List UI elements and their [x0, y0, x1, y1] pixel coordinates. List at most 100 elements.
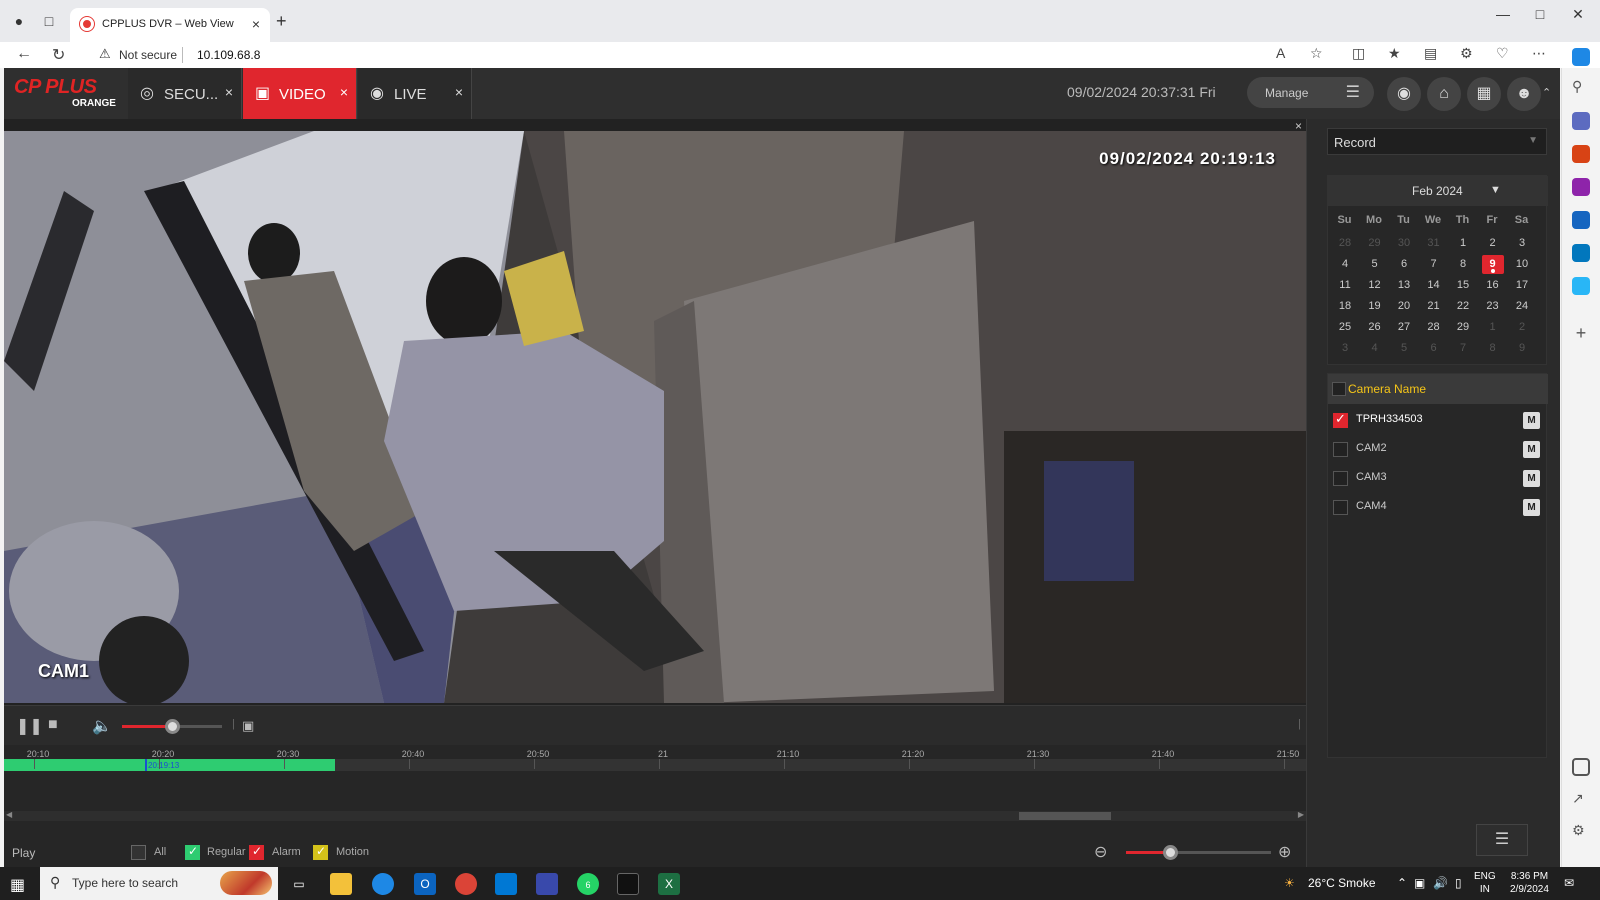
read-aloud-icon[interactable]: A — [1276, 45, 1285, 61]
more-menu-icon[interactable]: ⋯ — [1532, 45, 1546, 62]
zoom-in-icon[interactable]: ⊕ — [1278, 842, 1291, 862]
store-icon[interactable] — [495, 873, 517, 895]
collections-icon[interactable]: ▤ — [1424, 45, 1437, 62]
filter-all-checkbox[interactable] — [131, 845, 146, 860]
calendar-day[interactable]: 22 — [1452, 297, 1474, 316]
calendar-day[interactable]: 25 — [1334, 318, 1356, 337]
calendar-day[interactable]: 10 — [1511, 255, 1533, 274]
fit-screen-icon[interactable]: ▣ — [242, 718, 254, 734]
calendar-day[interactable]: 28 — [1423, 318, 1445, 337]
close-tab-security-icon[interactable]: × — [225, 84, 233, 100]
games-icon[interactable] — [1572, 178, 1590, 196]
calendar-day[interactable]: 27 — [1393, 318, 1415, 337]
list-view-button[interactable]: ☰ — [1476, 824, 1528, 856]
scroll-right-icon[interactable]: ▶ — [1298, 810, 1304, 819]
manage-button[interactable]: Manage ☰ — [1247, 77, 1374, 108]
calendar-day[interactable]: 12 — [1364, 276, 1386, 295]
playback-timeline[interactable]: 20:19:13 ◀ ▶ 20:10 20:20 20:30 20:40 20:50 21… — [4, 745, 1306, 837]
maximize-icon[interactable]: □ — [1522, 6, 1558, 22]
tab-live[interactable]: ◉ LIVE × — [358, 68, 472, 119]
camera-checkbox[interactable] — [1333, 442, 1348, 457]
close-tab-icon[interactable]: × — [252, 16, 260, 32]
battery-icon[interactable]: ▯ — [1455, 876, 1462, 890]
calendar-day[interactable]: 6 — [1393, 255, 1415, 274]
tab-actions-icon[interactable]: □ — [40, 12, 58, 30]
calendar-day[interactable]: 4 — [1334, 255, 1356, 274]
calendar-day[interactable]: 15 — [1452, 276, 1474, 295]
window-close-icon[interactable]: ✕ — [1560, 6, 1596, 23]
pause-icon[interactable]: ❚❚ — [16, 716, 43, 736]
split-screen-icon[interactable]: ◫ — [1352, 45, 1365, 62]
camera-mode-button[interactable]: M — [1523, 441, 1540, 458]
weather-text[interactable]: 26°C Smoke — [1308, 876, 1376, 890]
back-icon[interactable]: ← — [16, 45, 32, 63]
calendar-day[interactable]: 19 — [1364, 297, 1386, 316]
reload-icon[interactable]: ↻ — [52, 45, 65, 65]
calendar-day[interactable]: 29 — [1452, 318, 1474, 337]
calendar-day[interactable]: 26 — [1364, 318, 1386, 337]
chrome-icon[interactable] — [455, 873, 477, 895]
user-icon[interactable]: ☻ — [1507, 77, 1541, 111]
favorites-icon[interactable]: ★ — [1388, 45, 1401, 62]
camera-checkbox[interactable] — [1333, 471, 1348, 486]
calendar-day[interactable]: 14 — [1423, 276, 1445, 295]
network-icon[interactable]: ▣ — [1414, 876, 1425, 890]
home-icon[interactable]: ⌂ — [1427, 77, 1461, 111]
tab-video[interactable]: ▣ VIDEO × — [243, 68, 357, 119]
calendar-day[interactable]: 17 — [1511, 276, 1533, 295]
taskbar-clock[interactable]: 8:36 PM 2/9/2024 — [1510, 870, 1549, 896]
excel-icon[interactable]: X — [658, 873, 680, 895]
calendar-day[interactable]: 24 — [1511, 297, 1533, 316]
camera-row[interactable]: ✓ TPRH334503 M — [1328, 405, 1548, 434]
filter-motion-checkbox[interactable]: ✓ — [313, 844, 328, 860]
calendar-day[interactable]: 18 — [1334, 297, 1356, 316]
calendar-day-selected[interactable]: 9 — [1481, 255, 1504, 274]
filter-regular-checkbox[interactable]: ✓ — [185, 844, 200, 860]
camera-row[interactable]: CAM3 M — [1328, 463, 1548, 492]
sidebar-toggle-icon[interactable] — [1572, 758, 1590, 776]
calendar-day[interactable]: 21 — [1423, 297, 1445, 316]
copilot-icon[interactable] — [1572, 48, 1590, 66]
calendar-day[interactable]: 5 — [1364, 255, 1386, 274]
record-type-select[interactable]: Record ▼ — [1327, 128, 1547, 155]
extensions-icon[interactable]: ⚙ — [1460, 45, 1473, 62]
layout-grid-icon[interactable]: ▦ — [1467, 77, 1501, 111]
calendar-day[interactable]: 1 — [1452, 234, 1474, 253]
security-status[interactable]: Not secure — [119, 48, 177, 62]
office-icon[interactable] — [1572, 211, 1590, 229]
calendar-day[interactable]: 7 — [1423, 255, 1445, 274]
outlook-icon[interactable] — [1572, 244, 1590, 262]
network-app-icon[interactable] — [536, 873, 558, 895]
zoom-out-icon[interactable]: ⊖ — [1094, 842, 1107, 862]
select-all-checkbox[interactable] — [1332, 382, 1346, 396]
camera-mode-button[interactable]: M — [1523, 412, 1540, 429]
close-tab-live-icon[interactable]: × — [455, 84, 463, 100]
send-icon[interactable] — [1572, 277, 1590, 295]
volume-icon[interactable]: 🔈 — [92, 716, 112, 736]
profile-icon[interactable]: ● — [10, 12, 28, 30]
speaker-icon[interactable]: 🔊 — [1433, 876, 1448, 890]
new-tab-icon[interactable]: + — [276, 11, 287, 32]
calendar-day[interactable]: 16 — [1482, 276, 1504, 295]
camera-mode-button[interactable]: M — [1523, 470, 1540, 487]
whatsapp-icon[interactable]: 6 — [577, 873, 599, 895]
stop-icon[interactable]: ■ — [48, 716, 58, 734]
camera-feed[interactable]: 09/02/2024 20:19:13 CAM1 — [4, 131, 1306, 703]
timeline-playhead[interactable] — [145, 759, 147, 771]
calendar-day[interactable]: 2 — [1482, 234, 1504, 253]
toolbox-icon[interactable] — [1572, 145, 1590, 163]
camera-row[interactable]: CAM2 M — [1328, 434, 1548, 463]
language-indicator[interactable]: ENG IN — [1474, 870, 1496, 896]
tag-icon[interactable] — [1572, 112, 1590, 130]
calendar-day[interactable]: 8 — [1452, 255, 1474, 274]
zoom-slider[interactable] — [1126, 845, 1271, 860]
chevron-up-icon[interactable]: ⌃ — [1542, 86, 1551, 99]
month-dropdown-icon[interactable]: ▼ — [1490, 184, 1501, 196]
outlook-app-icon[interactable]: O — [414, 873, 436, 895]
scroll-left-icon[interactable]: ◀ — [6, 810, 12, 819]
close-tab-video-icon[interactable]: × — [340, 84, 348, 100]
add-icon[interactable]: + — [1572, 324, 1590, 342]
calendar-header[interactable]: Feb 2024 ▼ — [1328, 176, 1548, 206]
settings-icon[interactable]: ⚙ — [1572, 822, 1590, 840]
file-explorer-icon[interactable] — [330, 873, 352, 895]
